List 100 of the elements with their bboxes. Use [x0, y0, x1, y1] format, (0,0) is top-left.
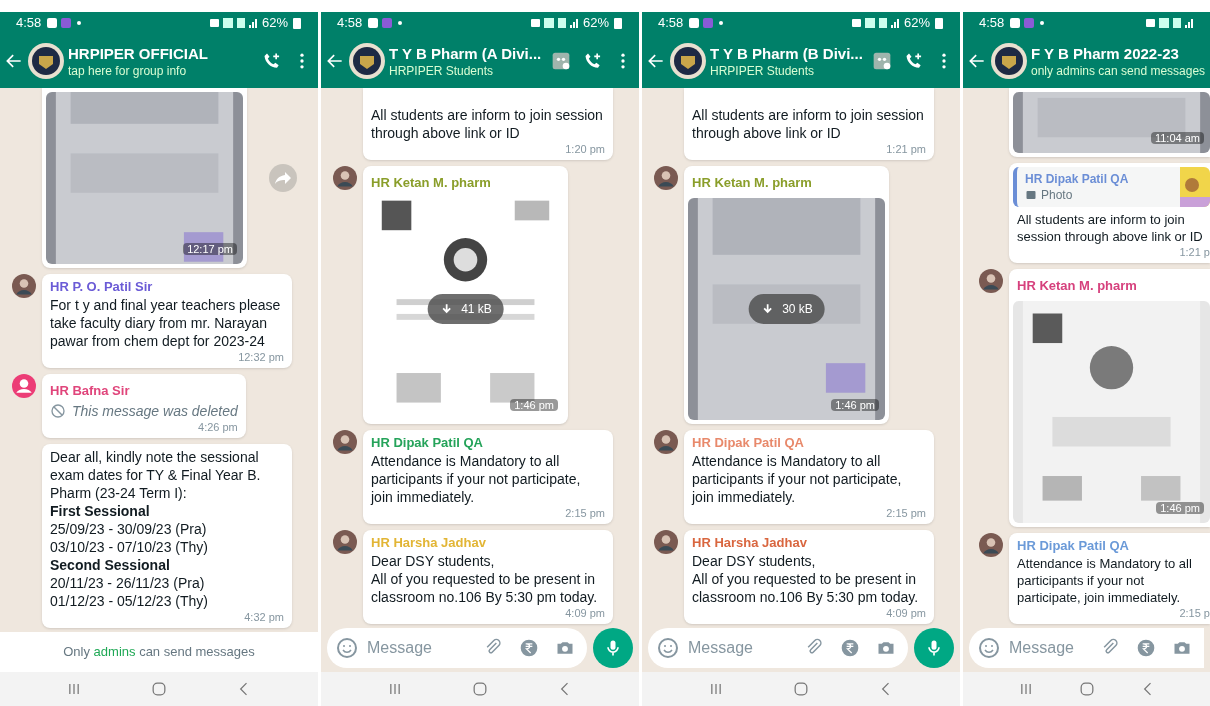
add-call-icon[interactable]: [904, 51, 924, 71]
sender-name: HR Harsha Jadhav: [371, 534, 487, 552]
status-time: 4:58: [337, 14, 363, 33]
group-avatar[interactable]: [28, 43, 64, 79]
group-avatar[interactable]: [670, 43, 706, 79]
admins-only-notice: Only admins can send messages: [63, 643, 255, 662]
sender-name: HR Bafna Sir: [50, 383, 130, 398]
battery-level: 62%: [582, 14, 609, 33]
avatar[interactable]: [333, 530, 357, 554]
message-field[interactable]: Message: [367, 636, 475, 660]
sender-name: HR P. O. Patil Sir: [50, 278, 154, 296]
message-bar[interactable]: Message: [327, 628, 587, 668]
message-time: 4:09 pm: [886, 606, 926, 620]
status-time: 4:58: [16, 14, 42, 33]
image-bubble[interactable]: 12:17 pm: [42, 88, 247, 268]
message-bar[interactable]: Message: [648, 628, 908, 668]
avatar[interactable]: [654, 166, 678, 190]
image-bubble[interactable]: 11:04 am: [1009, 88, 1210, 157]
chat-title[interactable]: T Y B Pharm (B Divi...: [710, 43, 863, 64]
sender-name: HR Ketan M. pharm: [371, 175, 491, 190]
blocked-icon: [50, 403, 66, 419]
message-text: Attendance is Mandatory to all participants if your not participate, join immediately.: [371, 452, 582, 506]
sender-name: HR Dipak Patil QA: [371, 434, 484, 452]
battery-icon: [292, 17, 302, 29]
video-chat-icon[interactable]: [872, 51, 892, 71]
message-time: 1:46 pm: [510, 399, 558, 411]
message-field[interactable]: Message: [688, 636, 796, 660]
message-text: For t y and final year teachers please take faculty diary from mr. Narayan pawar from chem dept for 2023-24: [50, 296, 282, 350]
battery-level: 62%: [903, 14, 930, 33]
sender-name: HR Dipak Patil QA: [1017, 537, 1130, 555]
message-field[interactable]: Message: [1009, 636, 1092, 660]
message-text: This message was deleted: [72, 402, 238, 420]
image-bubble[interactable]: HR Ketan M. pharm 1:46 pm: [1009, 269, 1210, 527]
message-time: 2:15 p: [1179, 606, 1210, 620]
rupee-icon: [840, 638, 860, 658]
add-call-icon[interactable]: [262, 51, 282, 71]
emoji-icon: [656, 636, 680, 660]
message-time: 1:46 pm: [831, 399, 879, 411]
avatar[interactable]: [12, 374, 36, 398]
message-time: 12:32 pm: [238, 350, 284, 364]
signal-icons: [530, 17, 579, 29]
mic-button[interactable]: [593, 628, 633, 668]
signal-icons: [209, 17, 258, 29]
message-time: 4:26 pm: [198, 420, 238, 434]
photo-icon: [1025, 189, 1037, 201]
message-text: Attendance is Mandatory to all participants if your not participate, join immediately.: [692, 452, 903, 506]
battery-icon: [934, 17, 944, 29]
download-badge[interactable]: 41 kB: [427, 294, 504, 324]
message-time: 12:17 pm: [183, 243, 237, 255]
download-badge[interactable]: 30 kB: [748, 294, 825, 324]
avatar[interactable]: [333, 430, 357, 454]
avatar[interactable]: [12, 274, 36, 298]
mic-button[interactable]: [914, 628, 954, 668]
chat-title[interactable]: F Y B Pharm 2022-23: [1031, 43, 1206, 64]
message-time: 1:21 pm: [886, 142, 926, 156]
status-time: 4:58: [979, 14, 1005, 33]
group-avatar[interactable]: [349, 43, 385, 79]
add-call-icon[interactable]: [583, 51, 603, 71]
chat-subtitle: tap here for group info: [68, 63, 188, 79]
message-text: All students are inform to join session through above link or ID: [371, 106, 604, 142]
rupee-icon: [519, 638, 539, 658]
quoted-label: Photo: [1041, 187, 1073, 203]
chat-subtitle: HRPIPER Students: [389, 63, 495, 79]
admins-link[interactable]: admins: [93, 644, 136, 660]
group-avatar[interactable]: [991, 43, 1027, 79]
avatar[interactable]: [654, 430, 678, 454]
message-bar[interactable]: Message: [969, 628, 1204, 668]
sender-name: HR Dipak Patil QA: [692, 434, 805, 452]
quoted-sender: HR Dipak Patil QA: [1025, 171, 1129, 187]
image-bubble[interactable]: HR Ketan M. pharm 41 kB 1:46 pm: [363, 166, 568, 424]
quoted-message[interactable]: HR Dipak Patil QA Photo: [1013, 167, 1210, 207]
message-time: 2:15 pm: [886, 506, 926, 520]
chat-subtitle: HRPIPER Students: [710, 63, 816, 79]
message-text: Attendance is Mandatory to all participants if your not participate, join immediately.: [1017, 555, 1193, 606]
signal-icons: [1146, 17, 1194, 29]
sender-name: HR Harsha Jadhav: [692, 534, 808, 552]
message-time: 1:21 p: [1179, 245, 1210, 259]
sender-name: HR Ketan M. pharm: [692, 175, 812, 190]
emoji-icon: [335, 636, 359, 660]
message-time: 1:46 pm: [1156, 502, 1204, 514]
battery-icon: [613, 17, 623, 29]
emoji-icon: [977, 636, 1001, 660]
rupee-icon: [1136, 638, 1156, 658]
message-time: 4:32 pm: [244, 610, 284, 624]
message-text: All students are inform to join session through above link or ID: [1016, 211, 1204, 245]
chat-title[interactable]: HRPIPER OFFICIAL: [68, 43, 208, 64]
avatar[interactable]: [979, 269, 1003, 293]
message-time: 4:09 pm: [565, 606, 605, 620]
message-time: 1:20 pm: [565, 142, 605, 156]
chat-title[interactable]: T Y B Pharm (A Divi...: [389, 43, 542, 64]
message-text: All students are inform to join session through above link or ID: [692, 106, 925, 142]
chat-subtitle: only admins can send messages: [1031, 63, 1206, 79]
avatar[interactable]: [333, 166, 357, 190]
video-chat-icon[interactable]: [551, 51, 571, 71]
avatar[interactable]: [979, 533, 1003, 557]
avatar[interactable]: [654, 530, 678, 554]
message-time: 2:15 pm: [565, 506, 605, 520]
image-bubble[interactable]: HR Ketan M. pharm 30 kB 1:46 pm: [684, 166, 889, 424]
message-text: Dear all, kindly note the sessional exam dates for TY & Final Year B. Pharm (23-24 Term I): First Sessional 25/09/23 - 30/09/23 (Pra) 03/10/23 - 07/10/23 (Thy) Second Sessional 20/11/23 - 26/11/23 (Pra) 01/12/23 - 05/12/23 (Thy): [50, 448, 262, 610]
message-text: Dear DSY students, All of you requested to be present in classroom no.106 By 5:30 pm today.: [692, 552, 920, 606]
